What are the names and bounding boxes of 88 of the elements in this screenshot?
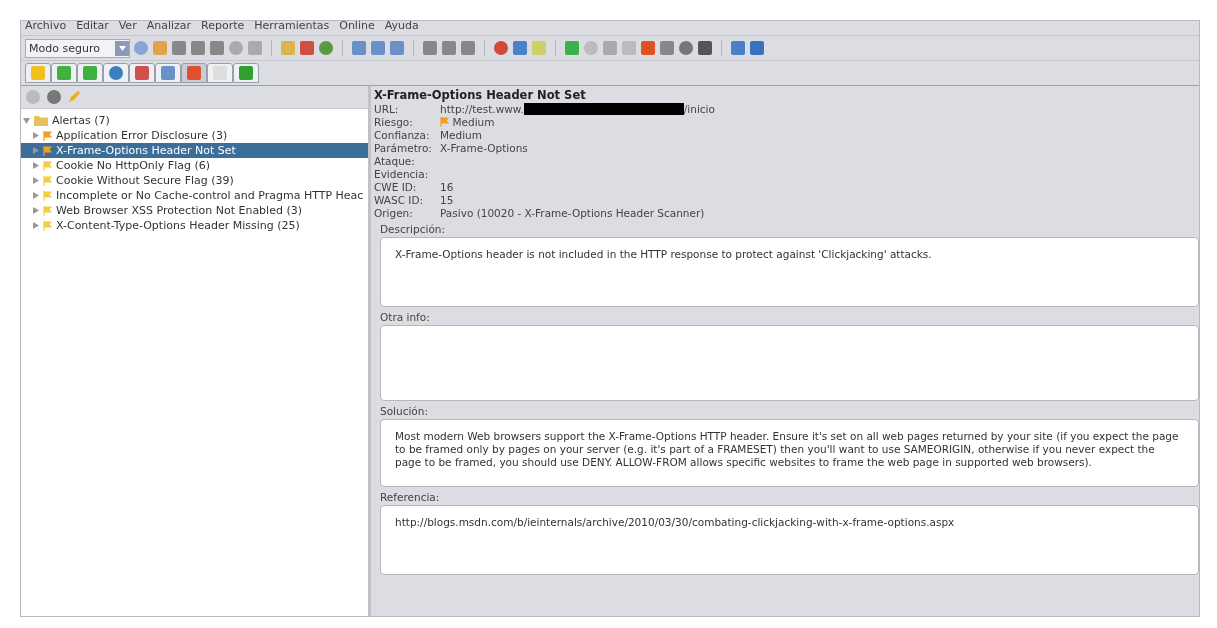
toolbar-icon[interactable] xyxy=(319,41,333,55)
expand-arrow-icon[interactable] xyxy=(33,177,39,184)
field-value: 16 xyxy=(440,180,454,193)
toolbar-icon[interactable] xyxy=(750,41,764,55)
field-label: CWE ID: xyxy=(374,180,418,193)
field-label: Origen: xyxy=(374,206,414,219)
field-value: 15 xyxy=(440,193,454,206)
collapse-arrow-icon[interactable] xyxy=(23,117,30,124)
caret-icon xyxy=(118,45,126,51)
tab-button[interactable] xyxy=(155,63,181,83)
section-label: Referencia: xyxy=(379,490,441,505)
field-value: http://test.www. xyxy=(440,102,524,115)
menu-item[interactable]: Archivo xyxy=(25,21,67,31)
tab-icon xyxy=(135,66,149,80)
text-area[interactable]: Most modern Web browsers support the X-Frame-Options HTTP header. Ensure it's set on all web pages returned by your site (if you expect the page to be framed only by pages on your server (e.g. it's part of a FRAMESET) then you'll want to use SAMEORIGIN, otherwise if you never expect the page to be framed, you should use DENY. ALLOW-FROM allows specific websites to frame the web page in supported web browsers). xyxy=(380,419,1199,487)
alert-label: X-Frame-Options Header Not Set xyxy=(56,144,236,157)
circle-icon[interactable] xyxy=(26,90,40,104)
tab-button[interactable] xyxy=(181,63,207,83)
tree-item[interactable]: Alertas (7) xyxy=(52,114,110,127)
tab-button[interactable] xyxy=(77,63,103,83)
text-area[interactable]: http://blogs.msdn.com/b/ieinternals/archive/2010/03/30/combating-clickjacking-with-x-frame-options.aspx xyxy=(380,505,1199,575)
toolbar-icon[interactable] xyxy=(494,41,508,55)
alert-label: Cookie No HttpOnly Flag (6) xyxy=(56,159,211,172)
menu-item[interactable]: Ver xyxy=(118,21,137,31)
expand-arrow-icon[interactable] xyxy=(33,162,39,169)
text-area[interactable]: X-Frame-Options header is not included in the HTTP response to protect against 'Clickjacking' attacks. xyxy=(380,237,1199,307)
toolbar-icon[interactable] xyxy=(584,41,598,55)
tab-button[interactable] xyxy=(25,63,51,83)
toolbar-icon[interactable] xyxy=(679,41,693,55)
field-label: URL: xyxy=(374,102,400,115)
tab-icon xyxy=(83,66,97,80)
circle-icon[interactable] xyxy=(47,90,61,104)
alert-row[interactable]: Web Browser XSS Protection Not Enabled (3) xyxy=(21,203,368,218)
folder-icon xyxy=(34,115,48,126)
field-value: Pasivo (10020 - X-Frame-Options Header Scanner) xyxy=(440,206,705,219)
alert-label: Application Error Disclosure (3) xyxy=(56,129,228,142)
menu-item[interactable]: Editar xyxy=(76,21,109,31)
field-label: Riesgo: xyxy=(374,115,414,128)
expand-arrow-icon[interactable] xyxy=(33,192,39,199)
section-label: Otra info: xyxy=(379,310,431,325)
mode-dropdown[interactable]: Modo seguro xyxy=(25,38,130,58)
alert-label: Incomplete or No Cache-control and Pragma HTTP Heac xyxy=(56,189,364,202)
expand-arrow-icon[interactable] xyxy=(33,132,39,139)
field-value: X-Frame-Options xyxy=(440,141,528,154)
menu-item[interactable]: Reporte xyxy=(201,21,245,31)
alert-row[interactable]: Application Error Disclosure (3) xyxy=(21,128,368,143)
alert-row[interactable]: X-Content-Type-Options Header Missing (25) xyxy=(21,218,368,233)
pencil-icon[interactable] xyxy=(67,90,81,104)
toolbar-icon[interactable] xyxy=(698,41,712,55)
menu-item[interactable]: Online xyxy=(339,21,375,31)
tab-button[interactable] xyxy=(51,63,77,83)
menu-item[interactable]: Herramientas xyxy=(254,21,330,31)
alert-row[interactable]: Cookie Without Secure Flag (39) xyxy=(21,173,368,188)
field-label: Ataque: xyxy=(374,154,416,167)
field-label: Confianza: xyxy=(374,128,431,141)
section-label: Descripción: xyxy=(379,222,446,237)
tab-button[interactable] xyxy=(233,63,259,83)
alert-label: Web Browser XSS Protection Not Enabled (3) xyxy=(56,204,302,217)
section-label: Solución: xyxy=(379,404,429,419)
alert-row[interactable]: X-Frame-Options Header Not Set xyxy=(21,143,368,158)
tab-icon xyxy=(187,66,201,80)
expand-arrow-icon[interactable] xyxy=(33,222,39,229)
tab-icon xyxy=(57,66,71,80)
alert-row[interactable]: Cookie No HttpOnly Flag (6) xyxy=(21,158,368,173)
tab-button[interactable] xyxy=(129,63,155,83)
field-label: Evidencia: xyxy=(374,167,430,180)
alert-title: X-Frame-Options Header Not Set xyxy=(374,88,587,102)
alert-label: X-Content-Type-Options Header Missing (25) xyxy=(56,219,300,232)
alert-label: Cookie Without Secure Flag (39) xyxy=(56,174,234,187)
menu-item[interactable]: Ayuda xyxy=(384,21,419,31)
expand-arrow-icon[interactable] xyxy=(33,147,39,154)
menu-item[interactable]: Analizar xyxy=(146,21,192,31)
field-label: WASC ID: xyxy=(374,193,425,206)
toolbar-icon[interactable] xyxy=(229,41,243,55)
alert-row[interactable]: Incomplete or No Cache-control and Pragma HTTP Heac xyxy=(21,188,368,203)
field-value: /inicio xyxy=(683,102,715,115)
tab-icon xyxy=(109,66,123,80)
expand-arrow-icon[interactable] xyxy=(33,207,39,214)
field-value: Medium xyxy=(452,115,495,128)
toolbar-icon[interactable] xyxy=(134,41,148,55)
tab-icon xyxy=(239,66,253,80)
tab-icon xyxy=(31,66,45,80)
tab-icon xyxy=(161,66,175,80)
text-area[interactable] xyxy=(380,325,1199,401)
tab-button[interactable] xyxy=(103,63,129,83)
field-value: Medium xyxy=(440,128,482,141)
field-label: Parámetro: xyxy=(374,141,433,154)
tab-button[interactable] xyxy=(207,63,233,83)
